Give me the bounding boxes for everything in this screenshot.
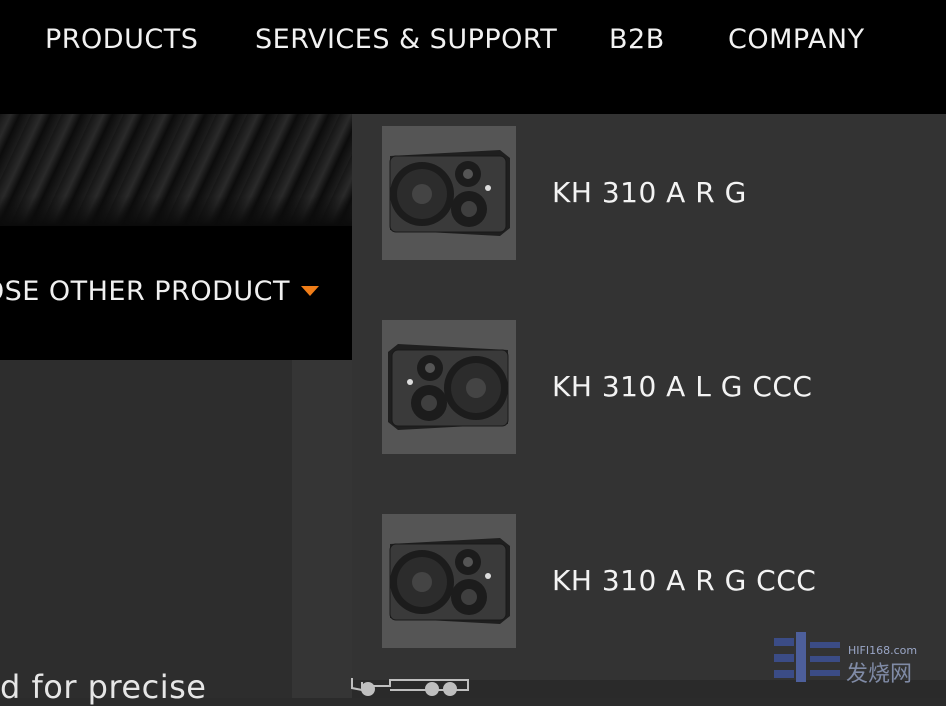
nav-products[interactable]: PRODUCTS [45, 24, 198, 55]
choose-other-product-dropdown[interactable]: OSE OTHER PRODUCT [0, 226, 352, 360]
product-name: KH 310 A L G CCC [552, 370, 813, 403]
product-option-kh310-alg-ccc[interactable]: KH 310 A L G CCC [382, 320, 942, 454]
content-panel [0, 360, 292, 698]
hero-image-strip [0, 114, 352, 226]
content-gutter [292, 360, 352, 698]
speaker-right-icon [382, 514, 516, 648]
nav-company[interactable]: COMPANY [728, 24, 865, 55]
watermark: HIFI168.com 发烧网 [772, 628, 932, 688]
nav-b2b[interactable]: B2B [609, 24, 665, 55]
choose-other-product-label: OSE OTHER PRODUCT [0, 276, 290, 307]
body-text: d for precise [0, 668, 207, 706]
speaker-right-icon [382, 126, 516, 260]
truck-icon [351, 678, 469, 696]
nav-services-support[interactable]: SERVICES & SUPPORT [255, 24, 557, 55]
caret-down-icon [301, 286, 319, 296]
product-name: KH 310 A R G CCC [552, 564, 817, 597]
product-name: KH 310 A R G [552, 176, 747, 209]
speaker-left-icon [382, 320, 516, 454]
watermark-text: 发烧网 [846, 662, 913, 687]
top-navigation: PRODUCTS SERVICES & SUPPORT B2B COMPANY [0, 0, 946, 114]
watermark-logo-icon [774, 632, 840, 682]
product-option-kh310-arg[interactable]: KH 310 A R G [382, 126, 942, 260]
